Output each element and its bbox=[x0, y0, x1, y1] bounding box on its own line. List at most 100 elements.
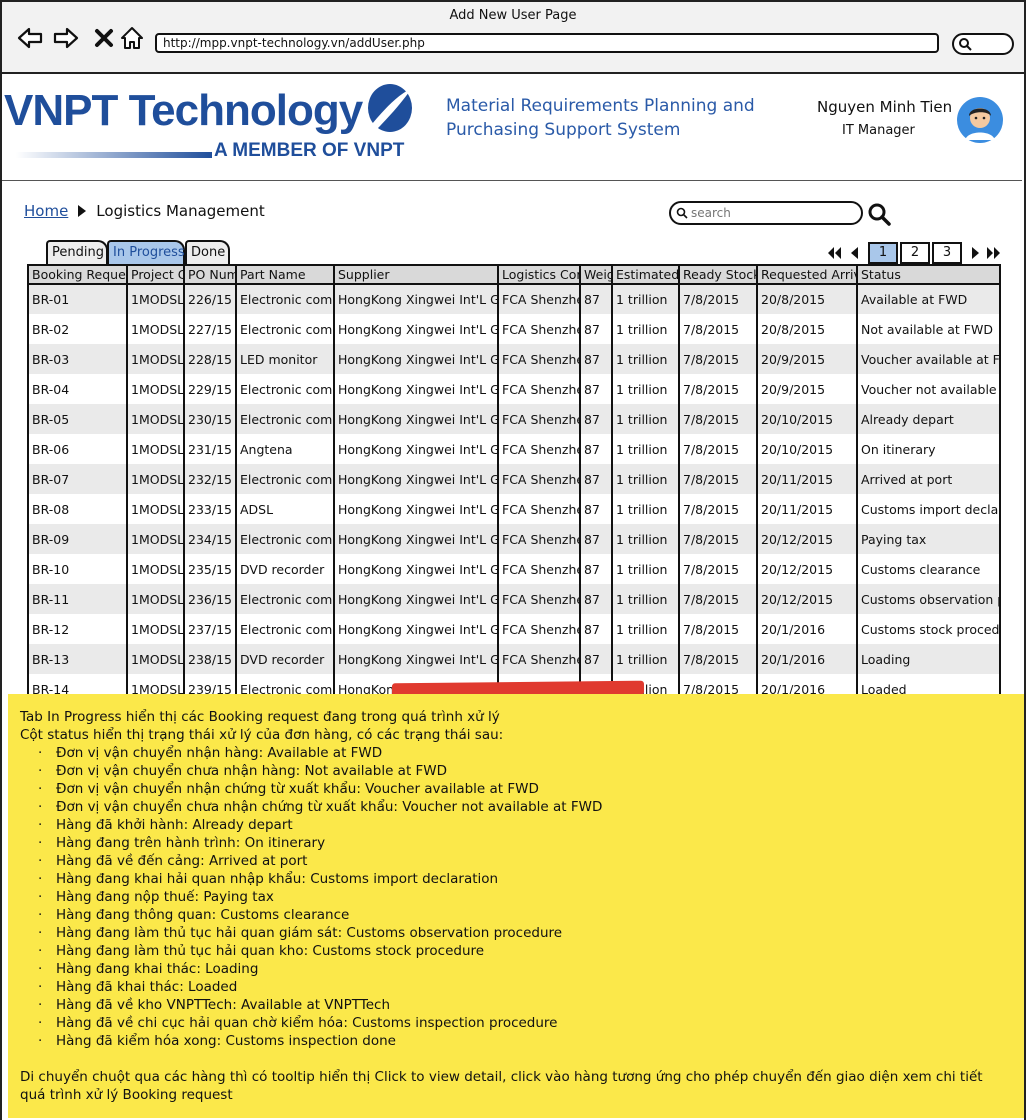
search-input[interactable] bbox=[691, 205, 855, 221]
table-cell: 1MODSL bbox=[127, 584, 185, 614]
status-list-item: Đơn vị vận chuyển chưa nhận chứng từ xuấ… bbox=[38, 798, 1012, 816]
search-button-icon[interactable] bbox=[867, 202, 891, 226]
table-cell: FCA Shenzhen bbox=[498, 284, 581, 314]
table-cell: 1MODSL bbox=[127, 434, 185, 464]
table-cell: On itinerary bbox=[857, 434, 999, 464]
table-cell: 20/11/2015 bbox=[757, 464, 858, 494]
table-cell: 87 bbox=[580, 464, 613, 494]
column-header[interactable]: Logistics Company bbox=[498, 266, 581, 285]
table-cell: Customs observation procedure bbox=[857, 584, 999, 614]
table-row[interactable]: BR-08 1MODSL 233/15 ADSL HongKong Xingwei In… bbox=[29, 494, 999, 524]
table-cell: BR-10 bbox=[29, 554, 128, 584]
table-cell: 20/9/2015 bbox=[757, 344, 858, 374]
breadcrumb-home-link[interactable]: Home bbox=[24, 202, 68, 220]
table-row[interactable]: BR-02 1MODSL 227/15 Electronic comp HongKong… bbox=[29, 314, 999, 344]
table-cell: HongKong Xingwei Int'L Gr bbox=[334, 344, 499, 374]
table-cell: ADSL bbox=[236, 494, 335, 524]
search-icon bbox=[959, 38, 972, 51]
table-cell: BR-12 bbox=[29, 614, 128, 644]
table-row[interactable]: BR-09 1MODSL 234/15 Electronic comp HongKong… bbox=[29, 524, 999, 554]
column-header[interactable]: Booking Request bbox=[29, 266, 128, 285]
tab-pending[interactable]: Pending bbox=[46, 240, 108, 264]
tab-done[interactable]: Done bbox=[185, 240, 230, 264]
page-2-button[interactable]: 2 bbox=[900, 242, 930, 264]
logo-text: VNPT Technology bbox=[4, 86, 363, 135]
status-list: Đơn vị vận chuyển nhận hàng: Available a… bbox=[38, 744, 1012, 1050]
status-list-item: Hàng đã kiểm hóa xong: Customs inspectio… bbox=[38, 1032, 1012, 1050]
table-row[interactable]: BR-05 1MODSL 230/15 Electronic comp HongKong… bbox=[29, 404, 999, 434]
table-cell: 7/8/2015 bbox=[679, 374, 758, 404]
next-page-icon[interactable] bbox=[968, 245, 984, 261]
table-cell: 226/15 bbox=[184, 284, 237, 314]
table-cell: BR-08 bbox=[29, 494, 128, 524]
table-row[interactable]: BR-13 1MODSL 238/15 DVD recorder HongKong Xi… bbox=[29, 644, 999, 674]
table-cell: FCA Shenzhen bbox=[498, 434, 581, 464]
status-list-item: Hàng đang khai thác: Loading bbox=[38, 960, 1012, 978]
page-3-button[interactable]: 3 bbox=[932, 242, 962, 264]
user-name[interactable]: Nguyen Minh Tien bbox=[817, 98, 952, 116]
table-cell: 233/15 bbox=[184, 494, 237, 524]
table-row[interactable]: BR-12 1MODSL 237/15 Electronic comp HongKong… bbox=[29, 614, 999, 644]
url-bar[interactable]: http://mpp.vnpt-technology.vn/addUser.ph… bbox=[155, 33, 939, 53]
breadcrumb-current: Logistics Management bbox=[96, 202, 265, 220]
browser-search-field[interactable] bbox=[952, 33, 1014, 55]
status-list-item: Đơn vị vận chuyển nhận hàng: Available a… bbox=[38, 744, 1012, 762]
table-row[interactable]: BR-01 1MODSL 226/15 Electronic comp HongKong… bbox=[29, 284, 999, 314]
table-cell: 87 bbox=[580, 404, 613, 434]
column-header[interactable]: Requested Arrival bbox=[757, 266, 858, 285]
close-icon[interactable] bbox=[90, 24, 118, 52]
last-page-icon[interactable] bbox=[986, 245, 1002, 261]
column-header[interactable]: Supplier bbox=[334, 266, 499, 285]
table-cell: Electronic comp bbox=[236, 314, 335, 344]
table-cell: 20/12/2015 bbox=[757, 584, 858, 614]
table-cell: 1 trillion bbox=[612, 404, 680, 434]
table-cell: 1 trillion bbox=[612, 374, 680, 404]
table-cell: 1 trillion bbox=[612, 614, 680, 644]
table-cell: Arrived at port bbox=[857, 464, 999, 494]
avatar[interactable] bbox=[956, 96, 1004, 144]
window-title: Add New User Page bbox=[449, 8, 577, 23]
page-1-button[interactable]: 1 bbox=[868, 242, 898, 264]
home-icon[interactable] bbox=[118, 24, 146, 52]
search-box bbox=[669, 201, 863, 225]
table-cell: 1MODSL bbox=[127, 494, 185, 524]
table-cell: BR-13 bbox=[29, 644, 128, 674]
table-row[interactable]: BR-06 1MODSL 231/15 Angtena HongKong Xingwei… bbox=[29, 434, 999, 464]
column-header[interactable]: Weight bbox=[580, 266, 613, 285]
status-list-item: Hàng đã khởi hành: Already depart bbox=[38, 816, 1012, 834]
table-cell: Voucher available at FWD bbox=[857, 344, 999, 374]
column-header[interactable]: PO Number bbox=[184, 266, 237, 285]
table-header-row: Booking RequestProject CodePO NumberPart… bbox=[29, 266, 999, 285]
table-row[interactable]: BR-07 1MODSL 232/15 Electronic comp HongKong… bbox=[29, 464, 999, 494]
table-cell: Electronic comp bbox=[236, 284, 335, 314]
table-cell: 1 trillion bbox=[612, 464, 680, 494]
table-cell: FCA Shenzhen bbox=[498, 644, 581, 674]
column-header[interactable]: Estimated bbox=[612, 266, 680, 285]
table-cell: BR-02 bbox=[29, 314, 128, 344]
table-row[interactable]: BR-11 1MODSL 236/15 Electronic comp HongKong… bbox=[29, 584, 999, 614]
previous-page-icon[interactable] bbox=[846, 245, 862, 261]
table-cell: 1MODSL bbox=[127, 284, 185, 314]
table-row[interactable]: BR-03 1MODSL 228/15 LED monitor HongKong Xin… bbox=[29, 344, 999, 374]
column-header[interactable]: Ready Stock bbox=[679, 266, 758, 285]
table-cell: HongKong Xingwei Int'L Gr bbox=[334, 404, 499, 434]
column-header[interactable]: Project Code bbox=[127, 266, 185, 285]
tab-in-progress[interactable]: In Progress bbox=[107, 240, 185, 264]
table-cell: 235/15 bbox=[184, 554, 237, 584]
status-list-item: Hàng đã về kho VNPTTech: Available at VN… bbox=[38, 996, 1012, 1014]
table-row[interactable]: BR-04 1MODSL 229/15 Electronic comp HongKong… bbox=[29, 374, 999, 404]
table-cell: 238/15 bbox=[184, 644, 237, 674]
table-cell: 234/15 bbox=[184, 524, 237, 554]
back-arrow-icon[interactable] bbox=[16, 24, 44, 52]
table-cell: BR-11 bbox=[29, 584, 128, 614]
table-cell: 230/15 bbox=[184, 404, 237, 434]
status-list-item: Hàng đã về chi cục hải quan chờ kiểm hóa… bbox=[38, 1014, 1012, 1032]
first-page-icon[interactable] bbox=[826, 245, 842, 261]
column-header[interactable]: Part Name bbox=[236, 266, 335, 285]
table-cell: 1MODSL bbox=[127, 344, 185, 374]
column-header[interactable]: Status bbox=[857, 266, 999, 285]
table-cell: Electronic comp bbox=[236, 404, 335, 434]
forward-arrow-icon[interactable] bbox=[52, 24, 80, 52]
table-cell: Paying tax bbox=[857, 524, 999, 554]
table-row[interactable]: BR-10 1MODSL 235/15 DVD recorder HongKong Xi… bbox=[29, 554, 999, 584]
